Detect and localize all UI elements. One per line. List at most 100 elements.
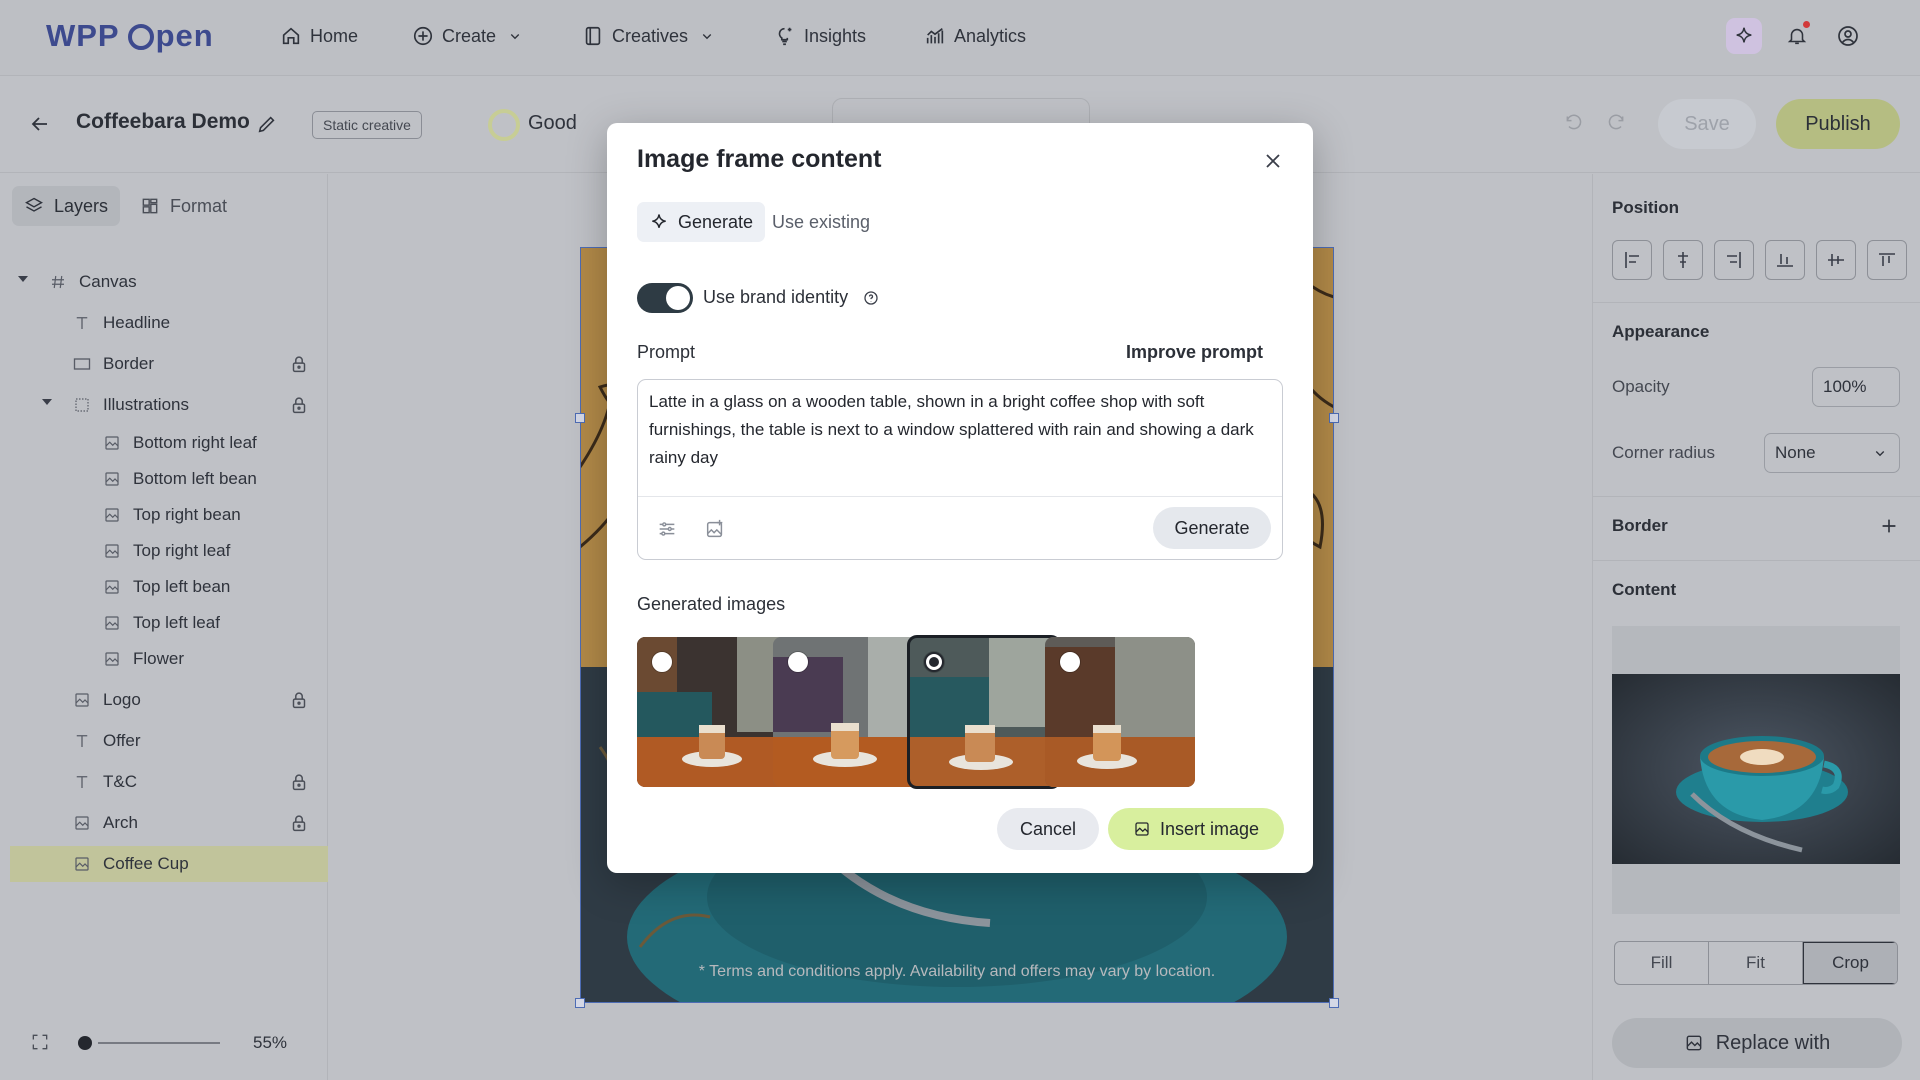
layer-label: Logo xyxy=(103,690,141,709)
lock-icon[interactable] xyxy=(288,689,310,711)
lock-icon[interactable] xyxy=(288,812,310,834)
crop-option[interactable]: Crop xyxy=(1803,942,1897,984)
tab-generate[interactable]: Generate xyxy=(637,202,766,242)
brand-identity-toggle[interactable] xyxy=(637,283,693,313)
add-border-button[interactable] xyxy=(1878,515,1900,537)
layer-item[interactable]: Flower xyxy=(0,644,328,674)
resize-handle[interactable] xyxy=(1329,413,1339,423)
align-button[interactable] xyxy=(1816,240,1856,280)
pencil-icon xyxy=(258,116,275,133)
layer-item[interactable]: Top right bean xyxy=(0,500,328,530)
align-button[interactable] xyxy=(1765,240,1805,280)
text-icon xyxy=(72,731,92,751)
layer-item[interactable]: T&C xyxy=(0,767,328,797)
generate-button[interactable]: Generate xyxy=(1153,507,1271,549)
layer-item[interactable]: Headline xyxy=(0,308,328,338)
help-button[interactable] xyxy=(862,289,880,307)
ai-assistant-button[interactable] xyxy=(1726,18,1762,54)
layer-item[interactable]: Top left leaf xyxy=(0,608,328,638)
chevron-down-icon xyxy=(702,34,712,40)
nav-creatives[interactable]: Creatives xyxy=(582,0,716,72)
layer-item[interactable]: Top left bean xyxy=(0,572,328,602)
layer-label: Top right leaf xyxy=(133,541,231,560)
generated-image-2[interactable] xyxy=(773,637,923,787)
nav-insights[interactable]: Insights xyxy=(774,0,866,72)
border-heading: Border xyxy=(1612,516,1668,535)
image-icon xyxy=(1135,822,1149,836)
align-right-icon xyxy=(1727,252,1741,268)
layer-item[interactable]: Border xyxy=(0,349,328,379)
notifications-button[interactable] xyxy=(1779,18,1815,54)
lock-icon[interactable] xyxy=(288,394,310,416)
layer-label: Bottom left bean xyxy=(133,469,257,488)
resize-handle[interactable] xyxy=(575,413,585,423)
replace-with-button[interactable]: Replace with xyxy=(1612,1018,1902,1068)
generated-image-4[interactable] xyxy=(1045,637,1195,787)
improve-prompt-link[interactable]: Improve prompt xyxy=(1126,342,1263,363)
expand-caret-icon[interactable] xyxy=(42,399,52,405)
layer-item[interactable]: Bottom left bean xyxy=(0,464,328,494)
fit-option[interactable]: Fit xyxy=(1709,942,1803,984)
tab-format[interactable]: Format xyxy=(128,186,239,226)
layer-item[interactable]: Canvas xyxy=(0,267,328,297)
publish-button[interactable]: Publish xyxy=(1776,99,1900,149)
image-icon xyxy=(102,505,122,525)
tab-use-existing[interactable]: Use existing xyxy=(772,202,870,242)
brand-logo[interactable]: WPP pen xyxy=(46,16,214,56)
zoom-slider-handle[interactable] xyxy=(78,1036,92,1050)
nav-home-label: Home xyxy=(310,25,359,46)
layer-item[interactable]: Logo xyxy=(0,685,328,715)
align-button[interactable] xyxy=(1714,240,1754,280)
redo-button[interactable] xyxy=(1606,114,1626,134)
select-radio-selected[interactable] xyxy=(924,652,944,672)
grid-icon xyxy=(142,198,158,214)
layer-item[interactable]: Bottom right leaf xyxy=(0,428,328,458)
layer-item[interactable]: Offer xyxy=(0,726,328,756)
document-title[interactable]: Coffeebara Demo xyxy=(76,110,250,134)
layer-item[interactable]: Illustrations xyxy=(0,390,328,420)
zoom-track[interactable] xyxy=(98,1042,220,1044)
lock-icon[interactable] xyxy=(288,771,310,793)
layer-item[interactable]: Arch xyxy=(0,808,328,838)
tab-layers[interactable]: Layers xyxy=(12,186,121,226)
position-heading: Position xyxy=(1612,198,1680,217)
layer-item[interactable]: Coffee Cup xyxy=(10,846,328,882)
generated-image-1[interactable] xyxy=(637,637,787,787)
divider xyxy=(1592,496,1920,497)
nav-home[interactable]: Home xyxy=(280,0,358,72)
lock-icon[interactable] xyxy=(288,353,310,375)
select-radio[interactable] xyxy=(788,652,808,672)
resize-handle[interactable] xyxy=(575,998,585,1008)
prompt-textarea[interactable]: Latte in a glass on a wooden table, show… xyxy=(637,379,1283,560)
back-button[interactable] xyxy=(28,112,52,136)
layer-item[interactable]: Top right leaf xyxy=(0,536,328,566)
fit-screen-button[interactable] xyxy=(30,1032,50,1052)
cancel-button[interactable]: Cancel xyxy=(997,808,1099,850)
profile-button[interactable] xyxy=(1830,18,1866,54)
layer-label: Flower xyxy=(133,649,185,668)
close-button[interactable] xyxy=(1261,149,1285,173)
generated-images-label: Generated images xyxy=(637,594,786,614)
help-icon xyxy=(864,291,878,305)
add-reference-image-button[interactable] xyxy=(704,518,726,540)
edit-title-button[interactable] xyxy=(256,113,278,135)
save-button[interactable]: Save xyxy=(1658,99,1756,149)
opacity-input[interactable]: 100% xyxy=(1812,367,1900,407)
align-button[interactable] xyxy=(1867,240,1907,280)
corner-radius-select[interactable]: None xyxy=(1764,433,1900,473)
select-radio[interactable] xyxy=(1060,652,1080,672)
align-button[interactable] xyxy=(1663,240,1703,280)
align-button[interactable] xyxy=(1612,240,1652,280)
prompt-settings-button[interactable] xyxy=(656,518,678,540)
image-icon xyxy=(102,577,122,597)
generated-image-3[interactable] xyxy=(907,635,1061,789)
insert-image-button[interactable]: Insert image xyxy=(1108,808,1284,850)
fill-option[interactable]: Fill xyxy=(1615,942,1709,984)
undo-button[interactable] xyxy=(1564,114,1584,134)
select-radio[interactable] xyxy=(652,652,672,672)
nav-analytics[interactable]: Analytics xyxy=(924,0,1026,72)
resize-handle[interactable] xyxy=(1329,998,1339,1008)
image-icon xyxy=(102,469,122,489)
expand-caret-icon[interactable] xyxy=(18,276,28,282)
nav-create[interactable]: Create xyxy=(412,0,524,72)
